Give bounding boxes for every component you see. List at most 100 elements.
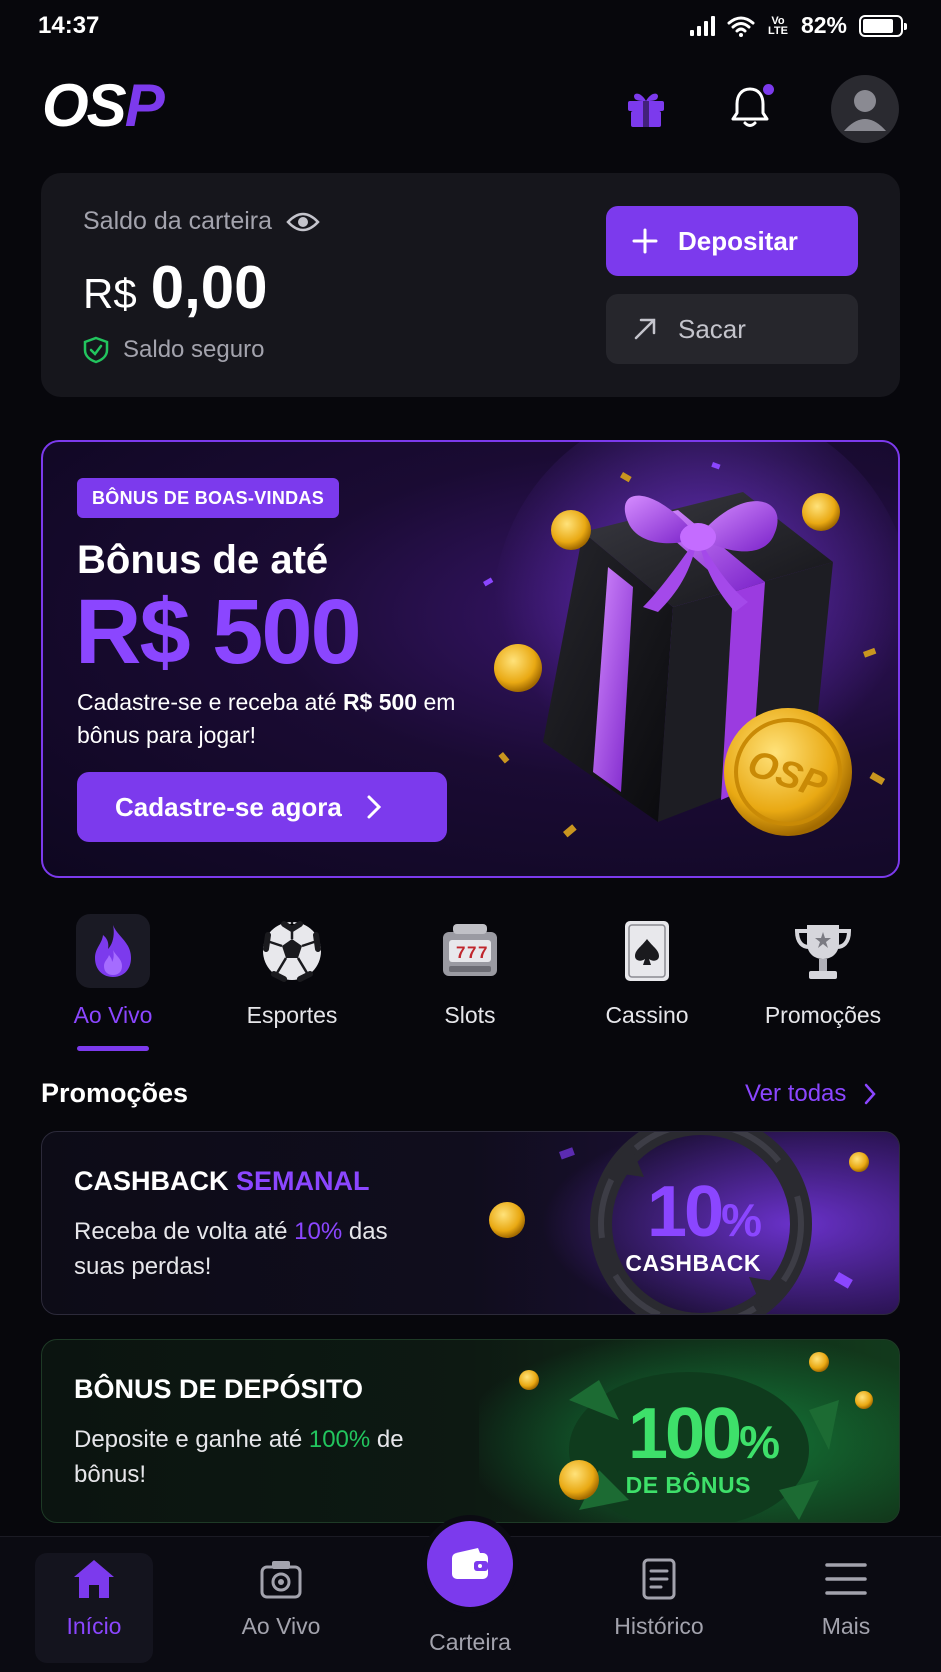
- slot-machine-icon: 777: [433, 914, 507, 988]
- category-label: Promoções: [764, 1002, 882, 1028]
- home-icon: [74, 1560, 114, 1598]
- active-category-indicator: [77, 1046, 149, 1051]
- app-logo[interactable]: OSP: [42, 76, 165, 136]
- battery-fill: [863, 18, 893, 33]
- welcome-bonus-banner[interactable]: OSP BÔNUS DE BOAS-VINDAS Bônus de até R$…: [41, 440, 900, 878]
- svg-text:7: 7: [467, 943, 476, 962]
- promotions-title: Promoções: [41, 1078, 189, 1108]
- eye-icon[interactable]: [286, 210, 320, 234]
- bonus-big-value: 100%: [628, 1398, 780, 1470]
- shield-check-icon: [83, 336, 109, 364]
- gift-icon[interactable]: [622, 84, 670, 132]
- nav-label: Ao Vivo: [241, 1613, 321, 1639]
- cashback-pct: %: [721, 1194, 762, 1246]
- bonus-big-sub: DE BÔNUS: [625, 1472, 751, 1498]
- category-cassino[interactable]: Cassino: [572, 914, 722, 1029]
- cashback-description: Receba de volta até 10% das suas perdas!: [74, 1214, 434, 1284]
- wallet-amount: 0,00: [150, 254, 268, 321]
- deposit-bonus-description: Deposite e ganhe até 100% de bônus!: [74, 1422, 434, 1492]
- signal-icon: [689, 15, 715, 36]
- bonus-pct: %: [739, 1416, 780, 1468]
- nav-mais[interactable]: Mais: [786, 1557, 906, 1640]
- status-time: 14:37: [38, 12, 100, 39]
- hero-title: Bônus de até: [77, 538, 329, 582]
- welcome-bonus-badge: BÔNUS DE BOAS-VINDAS: [77, 478, 340, 518]
- fire-icon: [76, 914, 150, 988]
- cashback-title-accent: SEMANAL: [236, 1166, 370, 1196]
- hero-description: Cadastre-se e receba até R$ 500 em bônus…: [77, 686, 477, 752]
- history-icon: [642, 1558, 676, 1600]
- bonus-value: 100: [627, 1394, 742, 1474]
- avatar[interactable]: [831, 75, 899, 143]
- hero-amount: R$ 500: [75, 581, 362, 683]
- category-ao-vivo[interactable]: Ao Vivo: [38, 914, 188, 1029]
- nav-carteira-label[interactable]: Carteira: [400, 1629, 540, 1656]
- volte-indicator: Vo LTE: [767, 14, 788, 37]
- see-all-label: Ver todas: [745, 1080, 847, 1107]
- avatar-icon: [844, 90, 886, 131]
- cashback-promo-card[interactable]: 10% CASHBACK CASHBACK SEMANAL Receba de …: [41, 1131, 900, 1315]
- withdraw-label: Sacar: [678, 313, 746, 344]
- chevron-right-icon: [367, 795, 382, 819]
- bottom-navigation: Início Ao Vivo Carteira Histórico Mais: [0, 1521, 941, 1672]
- category-label: Esportes: [246, 1002, 338, 1028]
- wallet-currency: R$: [83, 270, 137, 317]
- status-bar: 14:37 Vo LTE 82%: [0, 0, 941, 54]
- bonus-desc-highlight: 100%: [308, 1426, 371, 1453]
- plus-icon: [632, 228, 658, 254]
- nav-label: Histórico: [614, 1613, 704, 1639]
- category-esportes[interactable]: Esportes: [217, 914, 367, 1029]
- cashback-title: CASHBACK SEMANAL: [74, 1166, 370, 1197]
- wifi-icon: [727, 16, 755, 37]
- menu-icon: [825, 1563, 867, 1595]
- live-camera-icon: [260, 1561, 302, 1599]
- category-label: Slots: [444, 1002, 496, 1028]
- cashback-title-main: CASHBACK: [74, 1166, 236, 1196]
- battery-icon: [859, 14, 907, 37]
- see-all-link[interactable]: Ver todas: [745, 1080, 877, 1108]
- status-icons: Vo LTE 82%: [689, 12, 907, 39]
- wallet-card: Saldo da carteira R$ 0,00 Saldo seguro D…: [41, 173, 900, 397]
- arrow-up-right-icon: [634, 318, 656, 340]
- deposit-bonus-title: BÔNUS DE DEPÓSITO: [74, 1374, 364, 1404]
- cashback-big-value: 10%: [647, 1176, 762, 1248]
- trophy-icon: [786, 914, 860, 988]
- signup-button[interactable]: Cadastre-se agora: [77, 772, 447, 842]
- wallet-balance: R$ 0,00: [83, 253, 267, 322]
- cashback-big-sub: CASHBACK: [625, 1250, 761, 1276]
- cashback-desc-highlight: 10%: [294, 1218, 343, 1245]
- battery-percent: 82%: [800, 12, 847, 38]
- nav-label: Início: [66, 1613, 122, 1639]
- cashback-desc-1: Receba de volta até: [74, 1218, 295, 1245]
- notification-dot: [763, 84, 774, 95]
- category-label: Cassino: [605, 1002, 689, 1028]
- category-slots[interactable]: 777 Slots: [395, 914, 545, 1029]
- hero-desc-bold: R$ 500: [342, 689, 418, 715]
- deposit-button[interactable]: Depositar: [606, 206, 858, 276]
- svg-text:7: 7: [456, 943, 465, 962]
- wallet-label-row: Saldo da carteira: [83, 207, 320, 236]
- safe-balance-row: Saldo seguro: [83, 336, 264, 364]
- category-promocoes[interactable]: Promoções: [748, 914, 898, 1029]
- chevron-right-icon: [865, 1083, 877, 1105]
- wallet-icon: [452, 1548, 488, 1579]
- hero-desc-text-1: Cadastre-se e receba até: [77, 689, 343, 715]
- nav-historico[interactable]: Histórico: [599, 1557, 719, 1640]
- category-label: Ao Vivo: [73, 1002, 153, 1028]
- playing-card-icon: [610, 914, 684, 988]
- gift-box-illustration: OSP: [483, 442, 898, 838]
- deposit-bonus-promo-card[interactable]: 100% DE BÔNUS BÔNUS DE DEPÓSITO Deposite…: [41, 1339, 900, 1523]
- cashback-value: 10: [647, 1172, 724, 1252]
- nav-label: Mais: [821, 1613, 871, 1639]
- deposit-label: Depositar: [678, 225, 798, 256]
- nav-inicio[interactable]: Início: [34, 1557, 154, 1640]
- nav-ao-vivo[interactable]: Ao Vivo: [221, 1557, 341, 1640]
- soccer-ball-icon: [255, 914, 329, 988]
- nav-carteira-button[interactable]: [427, 1521, 513, 1607]
- wallet-label: Saldo da carteira: [83, 207, 273, 235]
- svg-text:7: 7: [478, 943, 487, 962]
- withdraw-button[interactable]: Sacar: [606, 294, 858, 364]
- safe-balance-label: Saldo seguro: [123, 336, 265, 363]
- bonus-desc-1: Deposite e ganhe até: [74, 1426, 309, 1453]
- signup-label: Cadastre-se agora: [115, 791, 342, 822]
